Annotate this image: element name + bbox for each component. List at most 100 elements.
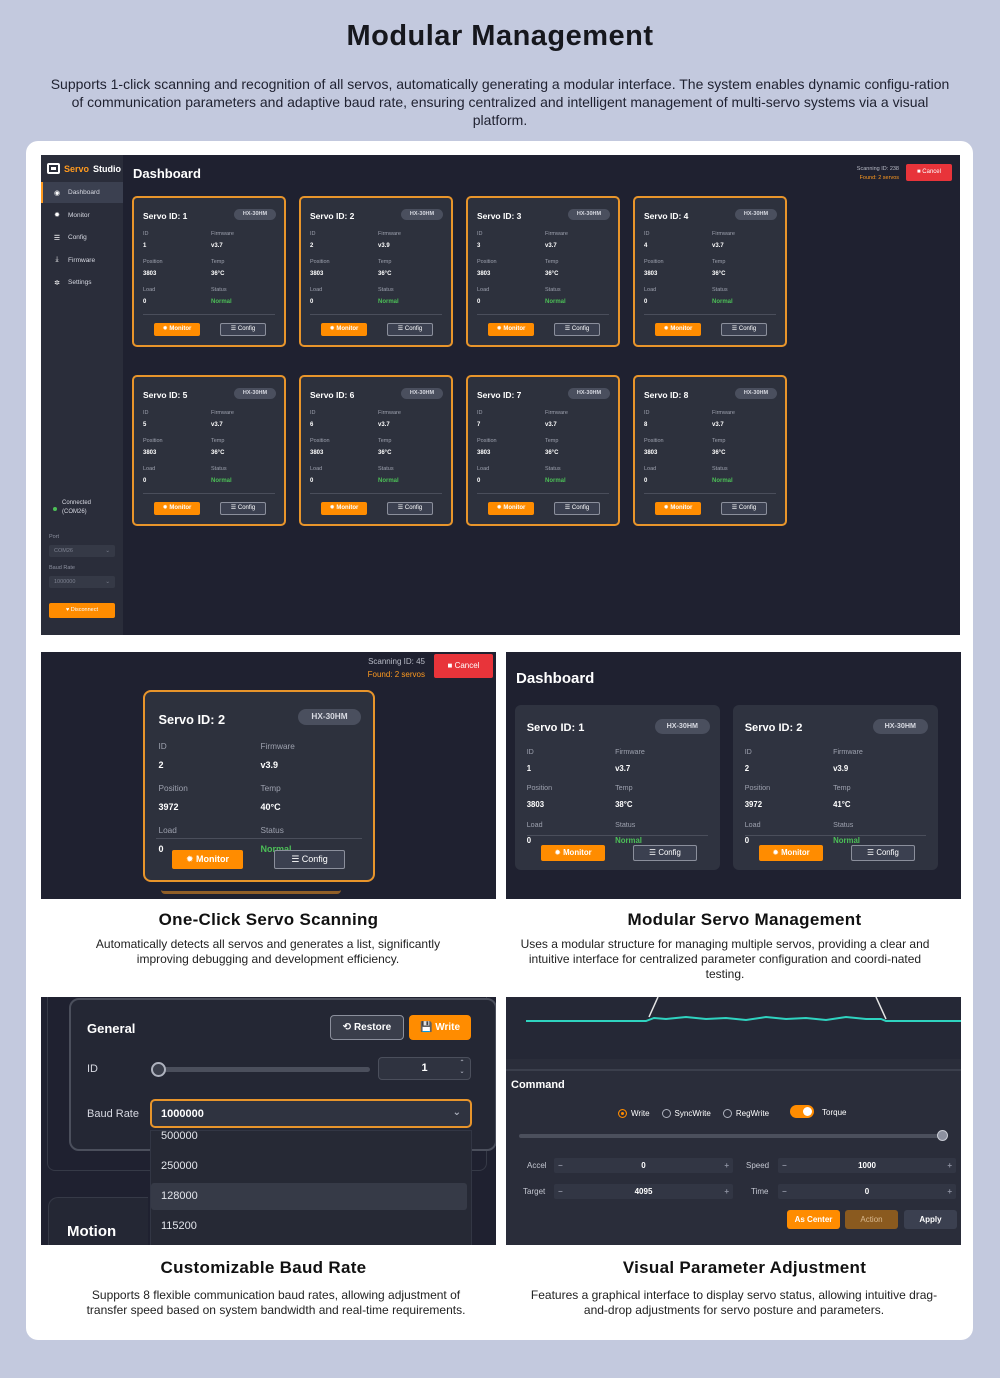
monitor-button[interactable]: ✹ Monitor <box>541 845 605 861</box>
load-value: 0 <box>644 299 648 305</box>
monitor-button[interactable]: ✹ Monitor <box>759 845 823 861</box>
id-label: ID <box>143 410 149 416</box>
radio-icon[interactable] <box>661 1108 671 1118</box>
baud-rate-select[interactable]: 1000000 ⌄ <box>49 576 115 588</box>
action-button[interactable]: Action <box>845 1210 898 1229</box>
config-icon: ☰ <box>230 505 237 511</box>
temp-value: 36°C <box>378 450 392 456</box>
config-button[interactable]: ☰ Config <box>851 845 915 861</box>
model-badge: HX-30HM <box>568 388 610 399</box>
id-slider-track[interactable] <box>158 1067 370 1072</box>
config-button[interactable]: ☰ Config <box>721 323 767 336</box>
id-value: 4 <box>644 243 648 249</box>
time-stepper[interactable]: −0 + <box>778 1184 956 1199</box>
firmware-value: v3.9 <box>260 759 279 770</box>
motion-title: Motion <box>67 1223 117 1240</box>
baud-option-500000[interactable]: 500000 <box>151 1123 467 1150</box>
monitor-icon: ✹ <box>496 505 502 511</box>
sidebar-item-firmware[interactable]: ⤓ Firmware <box>41 250 123 271</box>
port-select[interactable]: COM26 ⌄ <box>49 545 115 557</box>
caption-desc-4: Features a graphical interface to displa… <box>530 1288 938 1317</box>
load-value: 0 <box>477 478 481 484</box>
config-button[interactable]: ☰ Config <box>633 845 697 861</box>
servo-card: Servo ID: 3 HX-30HM ID 3 Firmware v3.7 P… <box>466 196 620 347</box>
speed-stepper[interactable]: −1000 + <box>778 1158 956 1173</box>
sidebar-item-config[interactable]: ☰ Config <box>41 227 123 248</box>
status-value: Normal <box>712 299 733 305</box>
monitor-button[interactable]: ✹ Monitor <box>488 502 534 515</box>
status-label: Status <box>378 466 394 472</box>
servo-card: Servo ID: 1 HX-30HM ID 1 Firmware v3.7 P… <box>515 705 720 870</box>
load-label: Load <box>477 287 490 293</box>
monitor-button[interactable]: ✹ Monitor <box>154 502 200 515</box>
baud-option-250000[interactable]: 250000 <box>151 1153 467 1180</box>
cancel-button[interactable]: ■ Cancel <box>906 164 952 181</box>
slider-track[interactable] <box>519 1134 944 1138</box>
mode-regwrite[interactable]: RegWrite <box>722 1107 769 1119</box>
disconnect-button[interactable]: ♥ Disconnect <box>49 603 115 618</box>
baud-option-115200[interactable]: 115200 <box>151 1213 467 1240</box>
slider-handle[interactable] <box>937 1130 948 1141</box>
monitor-icon: ✹ <box>663 326 669 332</box>
sidebar-item-monitor[interactable]: ✹ Monitor <box>41 205 123 226</box>
load-label: Load <box>143 466 156 472</box>
position-label: Position <box>477 438 497 444</box>
servo-title: Servo ID: 2 <box>158 711 226 727</box>
status-label: Status <box>833 820 854 829</box>
sidebar-item-settings[interactable]: ✲ Settings <box>41 272 123 293</box>
monitor-icon: ✹ <box>54 212 60 219</box>
torque-toggle[interactable] <box>790 1105 814 1118</box>
write-button[interactable]: 💾 Write <box>409 1015 471 1040</box>
position-value: 3803 <box>644 271 658 277</box>
config-button[interactable]: ☰ Config <box>220 323 266 336</box>
config-button[interactable]: ☰ Config <box>721 502 767 515</box>
restore-button[interactable]: ⟲ Restore <box>330 1015 404 1040</box>
temp-label: Temp <box>211 438 225 444</box>
card-divider <box>477 493 609 494</box>
id-number-input[interactable]: 1 ⌃ ⌄ <box>378 1057 471 1080</box>
divider <box>506 1069 961 1071</box>
modular-panel: Dashboard Servo ID: 1 HX-30HM ID 1 Firmw… <box>506 652 961 899</box>
config-button[interactable]: ☰ Config <box>220 502 266 515</box>
config-button[interactable]: ☰ Config <box>274 850 345 869</box>
baud-option-128000[interactable]: 128000 <box>151 1183 467 1210</box>
monitor-button[interactable]: ✹ Monitor <box>655 502 701 515</box>
config-button[interactable]: ☰ Config <box>387 323 433 336</box>
accel-stepper[interactable]: −0 + <box>554 1158 733 1173</box>
config-button[interactable]: ☰ Config <box>387 502 433 515</box>
servo-card: Servo ID: 8 HX-30HM ID 8 Firmware v3.7 P… <box>633 375 787 526</box>
monitor-button[interactable]: ✹ Monitor <box>321 323 367 336</box>
mode-write[interactable]: Write <box>618 1107 650 1119</box>
stepper-icon[interactable]: ⌃ ⌄ <box>456 1059 468 1078</box>
config-icon: ☰ <box>731 326 738 332</box>
config-button[interactable]: ☰ Config <box>554 323 600 336</box>
temp-value: 40°C <box>260 801 281 812</box>
servo-card: Servo ID: 7 HX-30HM ID 7 Firmware v3.7 P… <box>466 375 620 526</box>
as-center-button[interactable]: As Center <box>787 1210 840 1229</box>
radio-icon[interactable] <box>722 1108 732 1118</box>
monitor-button[interactable]: ✹ Monitor <box>655 323 701 336</box>
target-stepper[interactable]: −4095 + <box>554 1184 733 1199</box>
sidebar-item-dashboard[interactable]: ◉ Dashboard <box>41 182 123 203</box>
id-value: 1 <box>143 243 147 249</box>
cancel-button[interactable]: ■ Cancel <box>434 654 493 678</box>
id-value: 2 <box>310 243 314 249</box>
config-button[interactable]: ☰ Config <box>554 502 600 515</box>
mode-syncwrite[interactable]: SyncWrite <box>661 1107 711 1119</box>
radio-icon[interactable] <box>618 1108 627 1118</box>
status-value: Normal <box>545 299 566 305</box>
status-value: Normal <box>378 478 399 484</box>
apply-button[interactable]: Apply <box>904 1210 957 1229</box>
id-slider-handle[interactable] <box>151 1062 166 1077</box>
card-divider <box>477 314 609 315</box>
monitor-icon: ✹ <box>162 326 168 332</box>
temp-label: Temp <box>211 259 225 265</box>
baud-rate-panel: General ⟲ Restore 💾 Write ID 1 ⌃ ⌄ Baud Ra… <box>41 997 496 1245</box>
monitor-button[interactable]: ✹ Monitor <box>154 323 200 336</box>
monitor-button[interactable]: ✹ Monitor <box>172 850 243 869</box>
monitor-button[interactable]: ✹ Monitor <box>321 502 367 515</box>
monitor-button[interactable]: ✹ Monitor <box>488 323 534 336</box>
servo-card: Servo ID: 6 HX-30HM ID 6 Firmware v3.7 P… <box>299 375 453 526</box>
position-value: 3803 <box>477 450 491 456</box>
temp-label: Temp <box>545 259 559 265</box>
